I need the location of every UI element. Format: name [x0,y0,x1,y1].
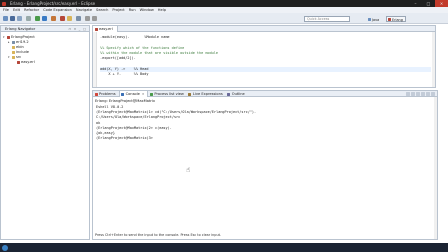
tree-item[interactable]: easy.erl [1,60,89,65]
code-text[interactable]: -module(easy). %Module name%% Specify wh… [100,35,431,77]
perspective-java-label: Java [372,17,380,22]
minimize-button[interactable]: – [409,0,422,7]
erlang-perspective-icon [388,18,391,21]
tab-live-expressions[interactable]: Live Expressions [187,91,226,97]
folder-icon [11,51,15,54]
console-output[interactable]: Eshell V8.0.2 (ErlangProject@MaxMatrix)1>… [96,105,431,141]
navigator-header: Erlang Navigator ▭ ▾ _ □ [1,26,89,32]
tab-label: Process list view [154,92,184,96]
window-controls: – □ ✕ [409,0,448,7]
main-toolbar: Quick Access Java Erlang [0,13,448,24]
menu-project[interactable]: Project [112,8,124,12]
minimize-view-icon[interactable] [426,92,430,96]
view-icon [188,92,192,96]
scroll-lock-icon[interactable] [411,92,415,96]
console-toolbar [405,92,435,96]
console-scrollbar[interactable] [434,97,437,239]
view-icon [227,92,231,96]
view-icon [121,92,125,96]
menu-search[interactable]: Search [96,8,108,12]
editor-tab-label: easy.erl [99,27,113,31]
debug-icon[interactable] [42,16,47,21]
tab-console[interactable]: Console ✕ [118,91,149,97]
folder-icon [11,56,15,59]
window-title: Erlang - ErlangProject/src/easy.erl - Ec… [10,1,96,6]
eclipse-icon [2,1,6,6]
tree-item-label: easy.erl [21,60,35,64]
editor-scrollbar[interactable] [432,32,435,87]
folder-icon [11,46,15,49]
new-icon[interactable] [3,16,8,21]
maximize-button[interactable]: □ [422,0,435,7]
editor-tab-bar [93,26,435,32]
project-icon [6,36,10,39]
save-icon[interactable] [10,16,15,21]
maximize-view-icon[interactable] [431,92,435,96]
start-button-icon[interactable] [2,244,8,251]
forward-icon[interactable] [92,16,97,21]
tab-label: Outline [231,92,245,96]
taskbar [0,243,448,252]
title-bar: Erlang - ErlangProject/src/easy.erl - Ec… [0,0,448,7]
tab-label: Console [125,92,140,96]
java-perspective-icon [368,18,371,21]
menu-window[interactable]: Window [140,8,154,12]
console-title: Erlang: ErlangProject@MaxMatrix [95,99,156,103]
search-icon[interactable] [76,16,81,21]
display-console-icon[interactable] [421,92,425,96]
view-icon [94,92,98,96]
run-icon[interactable] [35,16,40,21]
view-menu-buttons[interactable]: ▭ ▾ _ □ [68,27,87,31]
tab-label: Problems [99,92,116,96]
erlang-navigator-view: Erlang Navigator ▭ ▾ _ □ ▾ ErlangProject ▸… [0,25,90,240]
erl-file-icon [94,27,98,31]
editor-gutter [93,32,97,87]
erl-file-icon [16,61,20,64]
close-tab-icon[interactable]: ✕ [142,92,145,96]
menu-navigate[interactable]: Navigate [76,8,92,12]
perspective-java[interactable]: Java [366,16,382,22]
perspective-erlang-label: Erlang [392,17,403,22]
console-line: (ErlangProject@MaxMatrix)3> [96,136,153,141]
print-icon[interactable] [26,16,31,21]
tab-label: Live Expressions [192,92,223,96]
external-tools-icon[interactable] [51,16,56,21]
tab-problems[interactable]: Problems [93,91,119,97]
close-button[interactable]: ✕ [435,0,448,7]
editor-area: easy.erl -module(easy). %Module name%% S… [92,25,436,88]
open-folder-icon[interactable] [67,16,72,21]
navigator-tab[interactable]: Erlang Navigator [3,26,37,32]
menu-refactor[interactable]: Refactor [24,8,39,12]
view-icon [149,92,153,96]
navigator-tree: ▾ ErlangProject ▸ erl19.2 ebin include ▾ src eas… [1,35,89,65]
pin-console-icon[interactable] [416,92,420,96]
menu-edit[interactable]: Edit [13,8,20,12]
menu-run[interactable]: Run [129,8,136,12]
perspective-erlang[interactable]: Erlang [386,15,406,22]
code-line: X + Y. %% Body [100,72,149,77]
new-erlang-project-icon[interactable] [60,16,65,21]
clear-console-icon[interactable] [406,92,410,96]
console-hint: Press Ctrl+Enter to send the input to th… [95,233,222,237]
menu-file[interactable]: File [3,8,9,12]
quick-access-field[interactable]: Quick Access [304,15,350,22]
tab-process-list-view[interactable]: Process list view [148,91,186,97]
menu-help[interactable]: Help [158,8,166,12]
save-all-icon[interactable] [17,16,22,21]
bottom-tab-bar: Problems Console ✕ Process list view Live Ex… [93,91,437,97]
bottom-panel: Problems Console ✕ Process list view Live Ex… [92,90,438,240]
library-icon [11,41,15,44]
menu-code-expansion[interactable]: Code Expansion [43,8,72,12]
back-icon[interactable] [85,16,90,21]
mouse-cursor-icon: ☝ [186,166,191,174]
tab-outline[interactable]: Outline [226,91,248,97]
